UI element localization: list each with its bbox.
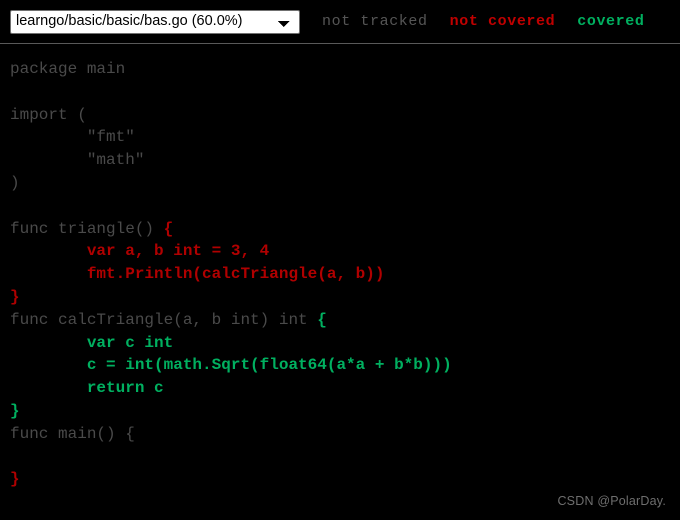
code-line: ​ (10, 446, 680, 469)
code-line: var a, b int = 3, 4 (10, 240, 680, 263)
code-line: fmt.Println(calcTriangle(a, b)) (10, 263, 680, 286)
code-span: } (10, 401, 20, 420)
code-span: "math" (10, 151, 145, 170)
code-line: ​ (10, 195, 680, 218)
code-span: c = int(math.Sqrt(float64(a*a + b*b))) (86, 356, 452, 375)
code-line: return c (10, 377, 680, 400)
code-span: } (10, 470, 20, 489)
file-coverage-select[interactable]: learngo/basic/basic/bas.go (60.0%) (10, 9, 300, 34)
code-span: func main() { (10, 424, 135, 443)
code-line: var c int (10, 332, 680, 355)
toolbar: learngo/basic/basic/bas.go (60.0%) not t… (0, 0, 680, 44)
legend-not-covered: not covered (449, 13, 556, 30)
code-line: func triangle() { (10, 218, 680, 241)
legend-covered: covered (577, 13, 645, 30)
code-line: ) (10, 172, 680, 195)
code-span: "fmt" (10, 128, 135, 147)
code-span: ) (10, 173, 20, 192)
code-span: { (317, 310, 327, 329)
code-line: c = int(math.Sqrt(float64(a*a + b*b))) (10, 354, 680, 377)
code-span: package main (10, 60, 126, 78)
legend-not-tracked: not tracked (322, 13, 428, 30)
code-line: } (10, 468, 680, 491)
code-line: ​ (10, 81, 680, 104)
code-line: "math" (10, 149, 680, 172)
code-line: func main() { (10, 423, 680, 446)
code-line: } (10, 286, 680, 309)
code-line: func calcTriangle(a, b int) int { (10, 309, 680, 332)
code-span: func calcTriangle(a, b int) int (10, 310, 318, 329)
coverage-legend: not tracked not covered covered (322, 13, 644, 30)
code-line: import ( (10, 104, 680, 127)
source-code-view: package main​import ( "fmt" "math")​func… (0, 44, 680, 520)
code-span: import ( (10, 105, 87, 124)
code-span: fmt.Println(calcTriangle(a, b)) (86, 265, 385, 284)
code-span: { (163, 219, 174, 238)
code-span: var a, b int = 3, 4 (86, 242, 270, 261)
code-line: "fmt" (10, 126, 680, 149)
code-line: } (10, 400, 680, 423)
code-span: return c (86, 379, 164, 398)
code-span: func triangle() (10, 219, 164, 238)
code-span: } (10, 287, 20, 306)
code-line: package main (10, 58, 680, 81)
code-span: var c int (86, 333, 174, 352)
watermark: CSDN @PolarDay. (557, 494, 666, 508)
